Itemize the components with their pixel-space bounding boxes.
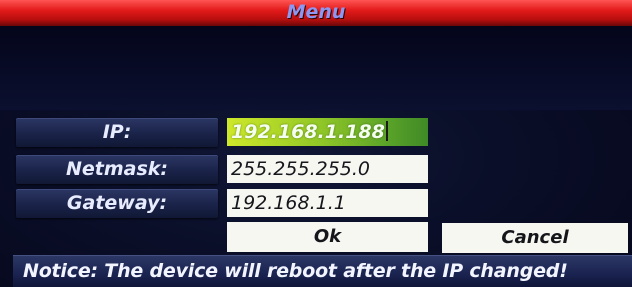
ip-value: 192.168.1.188 — [231, 121, 385, 143]
ok-button[interactable]: Ok — [227, 222, 428, 252]
text-cursor — [385, 121, 388, 141]
menu-title: Menu — [286, 1, 346, 23]
netmask-label: Netmask: — [16, 155, 218, 184]
notice-bar: Notice: The device will reboot after the… — [13, 255, 632, 287]
notice-text: Notice: The device will reboot after the… — [23, 260, 568, 282]
netmask-input[interactable]: 255.255.255.0 — [227, 155, 428, 183]
gateway-label: Gateway: — [16, 189, 218, 218]
header-spacer — [0, 26, 632, 110]
ip-input[interactable]: 192.168.1.188 — [227, 118, 428, 146]
cancel-button[interactable]: Cancel — [442, 223, 628, 253]
ip-label: IP: — [16, 118, 218, 147]
gateway-input[interactable]: 192.168.1.1 — [227, 189, 428, 217]
menu-screen: Menu IP: 192.168.1.188 Netmask: 255.255.… — [0, 0, 632, 287]
title-bar: Menu — [0, 0, 632, 26]
